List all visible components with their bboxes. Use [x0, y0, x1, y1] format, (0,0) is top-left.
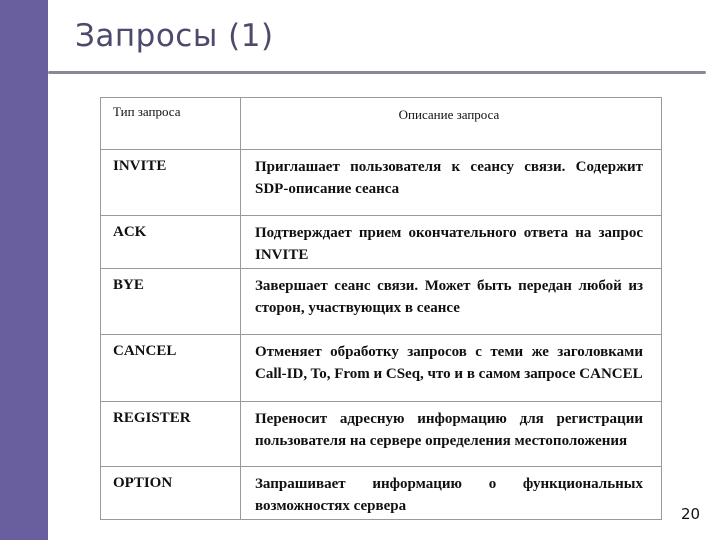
- slide-sidebar-accent: [0, 0, 48, 540]
- request-type: INVITE: [113, 158, 167, 174]
- request-description: Подтверждает прием окончательного ответа…: [255, 225, 643, 263]
- page-number: 20: [681, 505, 701, 523]
- request-description: Запрашивает информацию о функциональных …: [255, 476, 643, 514]
- sip-requests-table: Тип запроса Описание запроса INVITE Приг…: [100, 97, 662, 520]
- request-type: REGISTER: [113, 410, 191, 426]
- request-type: OPTION: [113, 475, 173, 491]
- request-description: Приглашает пользователя к сеансу связи. …: [255, 159, 643, 197]
- table-row: ACK Подтверждает прием окончательного от…: [100, 215, 662, 269]
- slide-title: Запросы (1): [75, 18, 274, 54]
- table-row: BYE Завершает сеанс связи. Может быть пе…: [100, 268, 662, 335]
- request-description: Переносит адресную информацию для регист…: [255, 411, 643, 449]
- request-type: ACK: [113, 224, 147, 240]
- table-row: INVITE Приглашает пользователя к сеансу …: [100, 149, 662, 216]
- table-row: OPTION Запрашивает информацию о функцион…: [100, 466, 662, 520]
- request-type: BYE: [113, 277, 144, 293]
- header-request-description: Описание запроса: [240, 97, 662, 150]
- request-description: Завершает сеанс связи. Может быть переда…: [255, 278, 643, 316]
- table-row: REGISTER Переносит адресную информацию д…: [100, 401, 662, 467]
- title-underline: [48, 71, 706, 74]
- header-request-type: Тип запроса: [100, 97, 241, 150]
- table-row: CANCEL Отменяет обработку запросов с тем…: [100, 334, 662, 402]
- request-description: Отменяет обработку запросов с теми же за…: [255, 344, 643, 382]
- table-header-row: Тип запроса Описание запроса: [100, 97, 662, 150]
- request-type: CANCEL: [113, 343, 177, 359]
